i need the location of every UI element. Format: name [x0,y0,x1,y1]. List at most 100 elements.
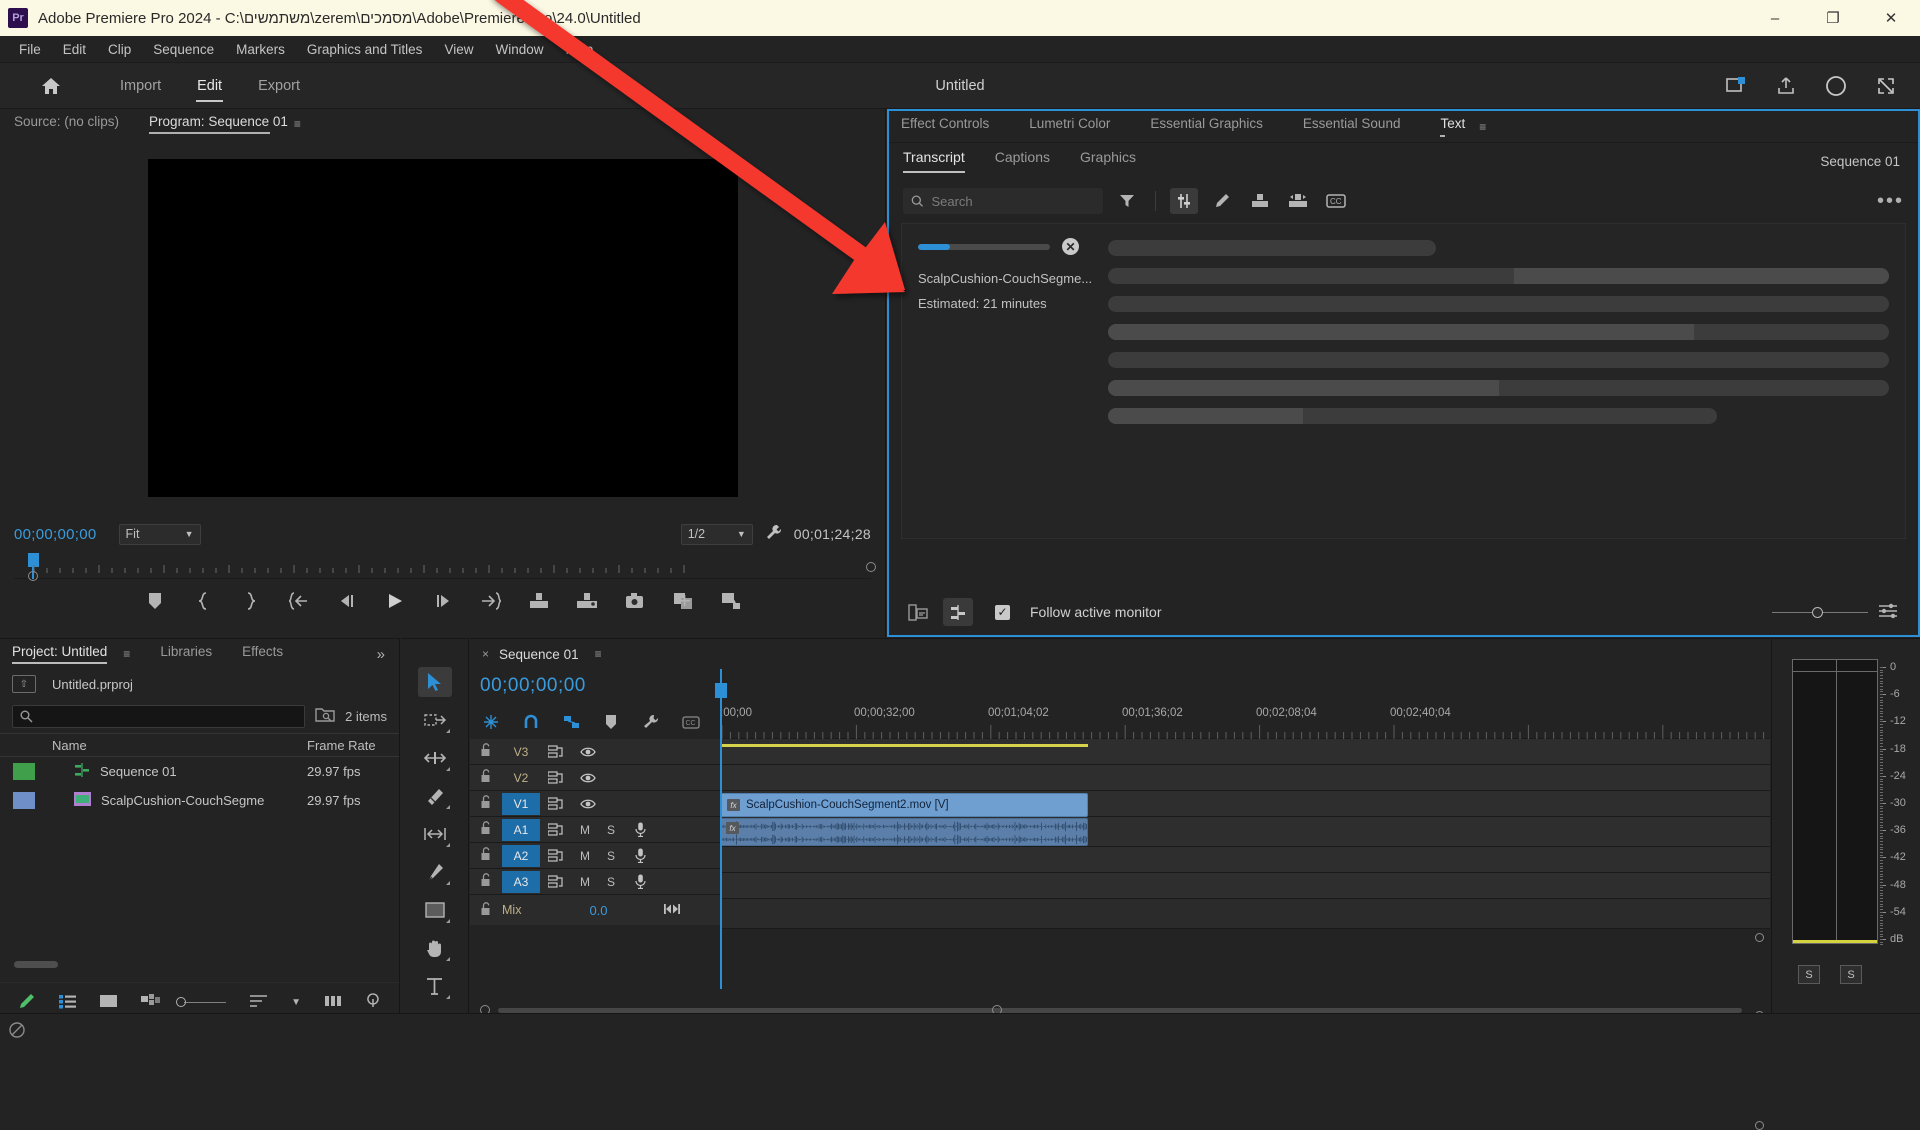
cancel-transcribe-button[interactable]: ✕ [1062,238,1079,255]
zoom-level-select[interactable]: Fit ▼ [118,523,201,545]
add-marker-icon[interactable] [600,711,622,733]
slip-tool[interactable] [418,819,452,849]
project-item-row[interactable]: Sequence 01 29.97 fps [0,757,399,786]
tab-effects[interactable]: Effects [242,644,283,664]
text-settings-icon[interactable] [1878,602,1898,622]
timeline-playhead[interactable] [715,669,727,989]
overwrite-captions-icon[interactable] [1284,188,1312,214]
sync-lock-icon[interactable] [540,744,572,759]
filter-icon[interactable] [1113,188,1141,214]
mic-icon[interactable] [624,822,656,837]
lock-track-icon[interactable] [480,901,502,919]
sync-lock-icon[interactable] [540,770,572,785]
project-item-row[interactable]: ScalpCushion-CouchSegme 29.97 fps [0,786,399,815]
track-header-v3[interactable]: V3 [470,739,720,765]
program-video-frame[interactable] [147,159,738,497]
track-view-icon[interactable] [943,598,973,626]
tab-program-monitor[interactable]: Program: Sequence 01 [149,114,288,134]
project-search-box[interactable] [12,704,306,728]
timeline-video-clip[interactable]: fx ScalpCushion-CouchSegment2.mov [V] [720,793,1088,817]
sync-lock-icon[interactable] [540,874,572,889]
mute-track-button[interactable]: M [572,823,598,837]
multicam-icon[interactable] [719,589,743,613]
playback-resolution-select[interactable]: 1/2 ▼ [680,523,753,545]
tab-edit[interactable]: Edit [181,72,238,102]
razor-tool[interactable] [418,781,452,811]
tab-libraries[interactable]: Libraries [160,644,212,664]
subtab-transcript[interactable]: Transcript [903,149,965,173]
solo-right-button[interactable]: S [1840,965,1862,984]
selection-tool[interactable] [417,667,452,697]
track-name-a2[interactable]: A2 [502,844,540,867]
text-panel-menu-icon[interactable]: ≡ [1479,120,1486,134]
lane-v3[interactable] [720,739,1770,765]
track-height-handle[interactable] [1755,933,1764,942]
mute-track-button[interactable]: M [572,875,598,889]
track-header-mix[interactable]: Mix 0.0 [470,895,720,925]
lock-track-icon[interactable] [480,873,502,890]
type-tool[interactable] [418,971,452,1001]
solo-track-button[interactable]: S [598,849,624,863]
program-monitor-menu-icon[interactable]: ≡ [294,117,301,131]
lane-v2[interactable] [720,765,1770,791]
program-video-area[interactable] [0,139,885,517]
lock-track-icon[interactable] [480,743,502,760]
find-icon[interactable] [315,706,335,726]
subtab-graphics[interactable]: Graphics [1080,149,1136,173]
track-header-v2[interactable]: V2 [470,765,720,791]
transcript-search-input[interactable] [931,193,1095,209]
tab-source-monitor[interactable]: Source: (no clips) [14,114,119,134]
icon-view-icon[interactable] [100,994,117,1011]
mark-in-icon[interactable] [191,589,215,613]
settings-wrench-icon[interactable] [765,524,782,544]
home-icon[interactable] [38,73,64,99]
new-bin-icon[interactable] [325,994,342,1011]
ripple-edit-tool[interactable] [418,743,452,773]
zoom-slider-track[interactable] [1772,606,1868,618]
column-name[interactable]: Name [48,738,307,753]
tab-project[interactable]: Project: Untitled [12,644,108,664]
follow-active-monitor-checkbox[interactable]: ✓ [995,604,1010,620]
monitor-time-ruler[interactable] [14,553,876,581]
track-header-v1[interactable]: V1 [470,791,720,817]
freeform-view-icon[interactable] [141,993,160,1012]
menu-help[interactable]: Help [554,39,604,60]
play-icon[interactable] [383,589,407,613]
project-panel-menu-icon[interactable]: ≡ [123,647,130,661]
lock-track-icon[interactable] [480,769,502,786]
rectangle-tool[interactable] [418,895,452,925]
lane-a1[interactable]: fx [720,817,1770,847]
text-zoom-slider[interactable] [1772,602,1904,622]
progress-icon[interactable] [1724,74,1748,98]
thumbnail-size-slider[interactable] [176,997,227,1007]
audio-meter-clip-indicators[interactable] [1793,660,1877,672]
track-select-forward-tool[interactable] [418,705,452,735]
parent-folder-icon[interactable]: ⇧ [12,675,36,693]
track-name-v3[interactable]: V3 [502,741,540,763]
transcript-search-box[interactable] [903,188,1103,214]
sync-lock-icon[interactable] [540,822,572,837]
pen-icon[interactable] [18,993,35,1013]
pencil-edit-icon[interactable] [1208,188,1236,214]
tab-essential-sound[interactable]: Essential Sound [1303,116,1401,137]
tab-import[interactable]: Import [104,72,177,100]
insert-captions-icon[interactable] [1246,188,1274,214]
list-view-icon[interactable] [59,994,76,1012]
timeline-close-icon[interactable]: × [482,647,489,661]
track-name-a1[interactable]: A1 [502,818,540,841]
sliders-icon[interactable] [1170,188,1198,214]
mix-track-end-icon[interactable] [663,903,680,918]
tab-essential-graphics[interactable]: Essential Graphics [1150,116,1263,137]
step-back-icon[interactable] [335,589,359,613]
snap-to-playhead-icon[interactable] [480,711,502,733]
mix-track-value[interactable]: 0.0 [589,903,607,918]
caption-track-icon[interactable]: CC [680,711,702,733]
track-name-a3[interactable]: A3 [502,870,540,893]
circle-icon[interactable] [1824,74,1848,98]
mic-icon[interactable] [624,874,656,889]
go-to-out-icon[interactable] [479,589,503,613]
lock-track-icon[interactable] [480,795,502,812]
eye-icon[interactable] [572,772,604,784]
share-icon[interactable] [1774,74,1798,98]
closed-caption-icon[interactable]: CC [1322,188,1350,214]
